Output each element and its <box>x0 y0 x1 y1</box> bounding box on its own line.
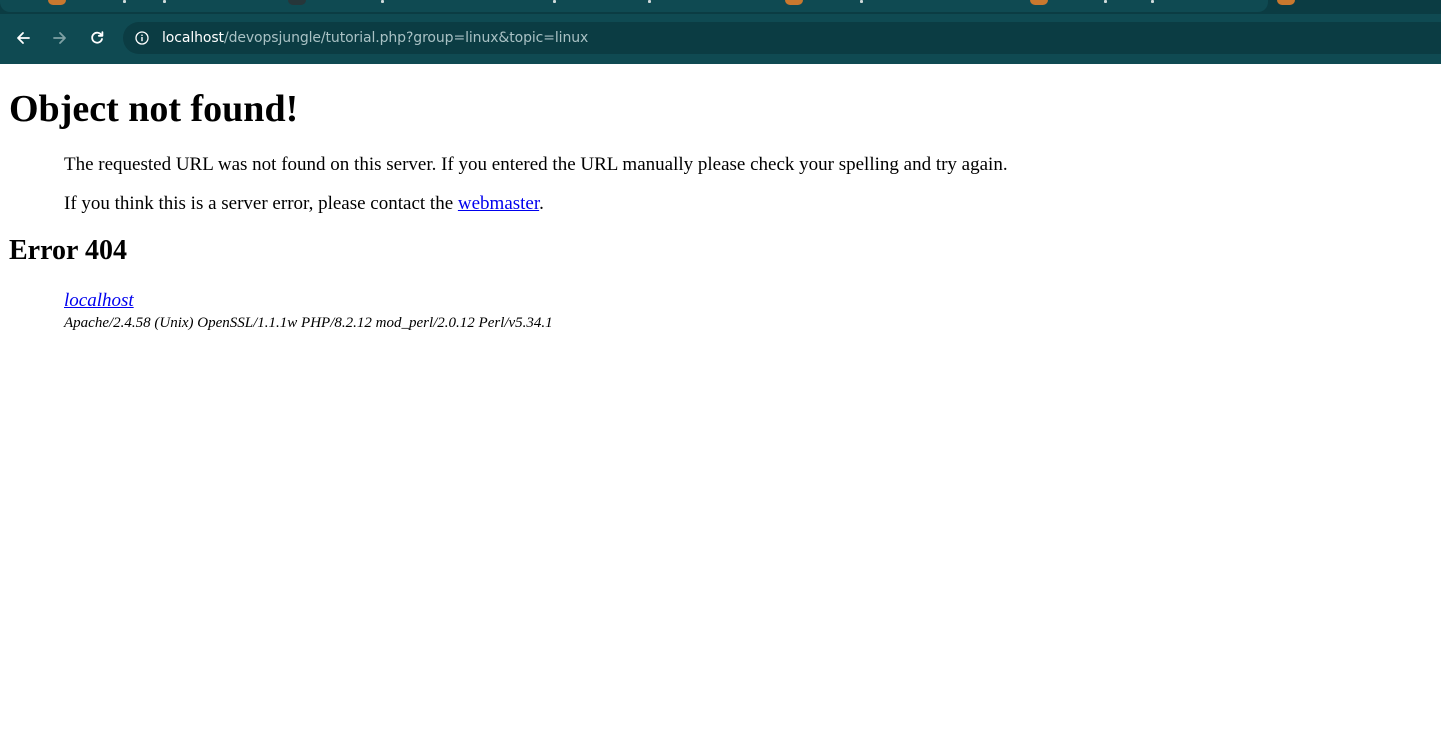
tab-favicon-icon[interactable] <box>48 0 66 5</box>
tab-strip <box>0 0 1441 14</box>
tab-active[interactable] <box>0 0 1268 12</box>
error-code-heading: Error 404 <box>9 235 127 266</box>
reload-button[interactable] <box>83 24 111 52</box>
error-message: The requested URL was not found on this … <box>64 154 1008 176</box>
contact-message: If you think this is a server error, ple… <box>64 193 544 215</box>
tab-favicon-icon[interactable] <box>1277 0 1295 5</box>
tab-title-fragment <box>648 0 651 3</box>
url-path: /devopsjungle/tutorial.php?group=linux&t… <box>223 30 589 46</box>
info-icon[interactable] <box>135 31 149 45</box>
tab-title-fragment <box>381 0 384 3</box>
error-message-text: The requested URL was not found on this … <box>64 154 1008 175</box>
localhost-link[interactable]: localhost <box>64 290 134 311</box>
tab-title-fragment <box>163 0 166 3</box>
contact-message-text: If you think this is a server error, ple… <box>64 193 458 214</box>
webmaster-link[interactable]: webmaster <box>458 193 539 214</box>
tab-title-fragment <box>123 0 126 3</box>
url-host: localhost <box>162 30 224 46</box>
tab-favicon-icon[interactable] <box>1030 0 1048 5</box>
tab-title-fragment <box>553 0 556 3</box>
tab-favicon-icon[interactable] <box>288 0 306 5</box>
contact-message-suffix: . <box>539 193 544 214</box>
server-signature: Apache/2.4.58 (Unix) OpenSSL/1.1.1w PHP/… <box>64 315 553 331</box>
address-bar[interactable]: localhost/devopsjungle/tutorial.php?grou… <box>123 22 1441 54</box>
browser-toolbar: localhost/devopsjungle/tutorial.php?grou… <box>0 0 1441 64</box>
tab-title-fragment <box>1104 0 1107 3</box>
arrow-right-icon <box>53 32 66 44</box>
page-title: Object not found! <box>9 88 299 130</box>
tab-title-fragment <box>860 0 863 3</box>
reload-icon <box>91 31 104 44</box>
tab-favicon-icon[interactable] <box>785 0 803 5</box>
tab-title-fragment <box>1151 0 1154 3</box>
url-text[interactable]: localhost/devopsjungle/tutorial.php?grou… <box>162 29 588 47</box>
address-block: localhost <box>64 290 134 312</box>
arrow-left-icon <box>17 32 30 44</box>
back-button[interactable] <box>9 24 37 52</box>
forward-button[interactable] <box>46 24 74 52</box>
